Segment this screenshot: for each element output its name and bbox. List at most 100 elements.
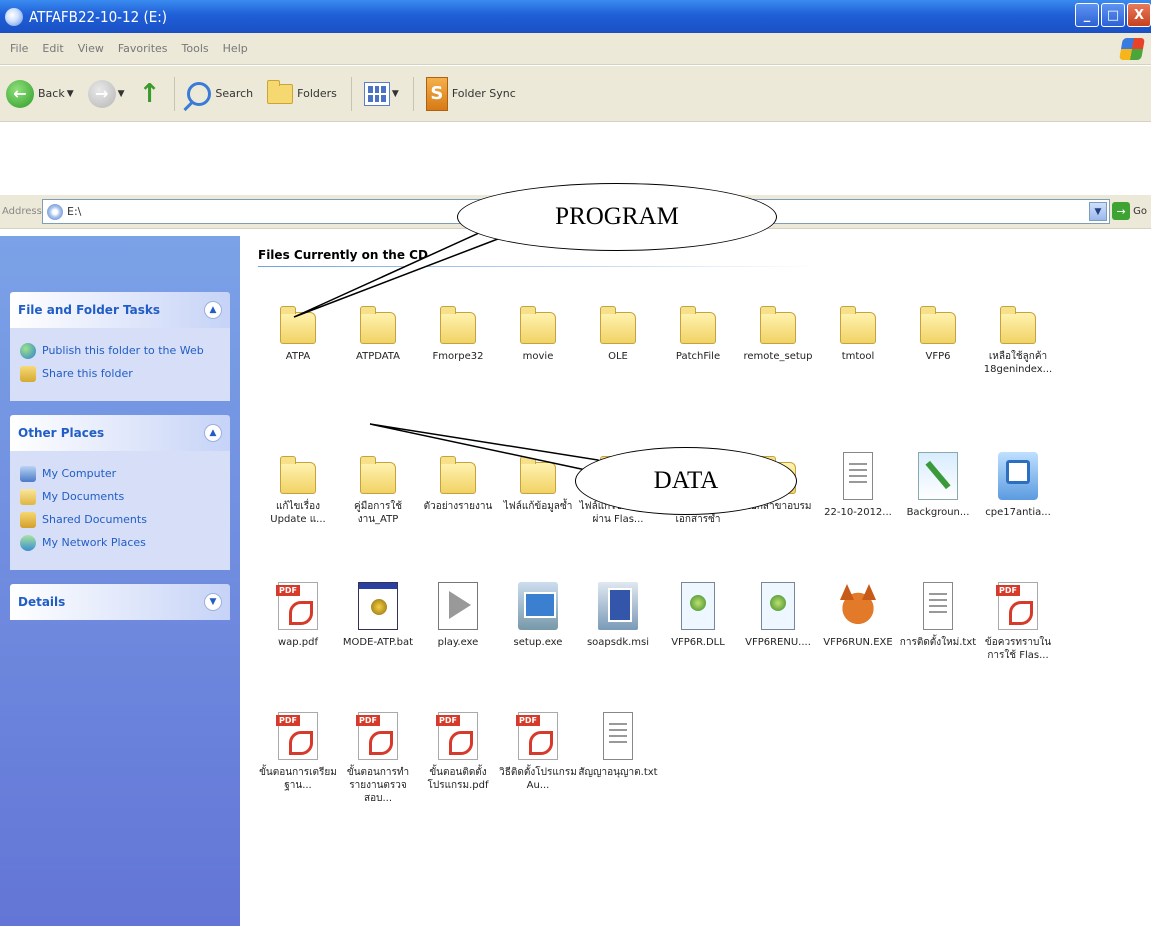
close-button[interactable]: X	[1127, 3, 1151, 27]
collapse-chevron-icon[interactable]: ▲	[204, 301, 222, 319]
file-item[interactable]: 22-10-2012...	[818, 452, 898, 519]
menu-tools[interactable]: Tools	[182, 42, 209, 55]
folder-item[interactable]: เหลือใช้ลูกค้า 18genindex...	[978, 302, 1058, 376]
file-name-label: MODE-ATP.bat	[342, 637, 414, 648]
forward-arrow-icon: →	[87, 79, 116, 108]
file-name-label: การติดตั้งใหม่.txt	[899, 637, 977, 648]
folder-sync-button[interactable]: S Folder Sync	[425, 76, 516, 111]
menu-favorites[interactable]: Favorites	[118, 42, 168, 55]
back-label: Back	[38, 87, 65, 100]
folder-item[interactable]: ตัวอย่างรายงาน	[418, 452, 498, 513]
menu-help[interactable]: Help	[223, 42, 248, 55]
go-button[interactable]: → Go	[1112, 202, 1147, 220]
file-item[interactable]: Backgroun...	[898, 452, 978, 519]
file-folder-tasks-panel: File and Folder Tasks ▲ Publish this fol…	[10, 292, 230, 401]
folder-icon	[840, 306, 876, 344]
publish-folder-label: Publish this folder to the Web	[42, 344, 204, 357]
file-item[interactable]: ข้อควรทราบในการใช้ Flas...	[978, 582, 1058, 662]
file-item[interactable]: ขั้นตอนการเตรียมฐาน...	[258, 712, 338, 792]
title-bar: ATFAFB22-10-12 (E:) _ □ X	[0, 0, 1151, 33]
menu-file[interactable]: File	[10, 42, 28, 55]
folder-item[interactable]: movie	[498, 302, 578, 363]
file-name-label: ATPDATA	[356, 351, 400, 362]
minimize-button[interactable]: _	[1075, 3, 1099, 27]
address-value: E:\	[67, 205, 82, 218]
drive-icon	[5, 7, 23, 26]
folder-item[interactable]: remote_setup	[738, 302, 818, 363]
file-name-label: play.exe	[437, 637, 479, 648]
file-name-label: remote_setup	[743, 351, 813, 362]
views-button[interactable]: ▼	[363, 81, 399, 106]
maximize-button[interactable]: □	[1101, 3, 1125, 27]
window-title: ATFAFB22-10-12 (E:)	[29, 7, 168, 26]
file-item[interactable]: สัญญาอนุญาต.txt	[578, 712, 658, 779]
file-name-label: ตัวอย่างรายงาน	[423, 501, 493, 512]
txt-file-icon	[603, 712, 633, 760]
forward-dropdown-icon[interactable]: ▼	[118, 89, 125, 99]
go-label: Go	[1133, 205, 1147, 217]
computer-icon	[20, 466, 36, 482]
file-item[interactable]: VFP6R.DLL	[658, 582, 738, 649]
file-item[interactable]: วิธีติดตั้งโปรแกรม Au...	[498, 712, 578, 792]
file-item[interactable]: soapsdk.msi	[578, 582, 658, 649]
toolbar-separator	[174, 76, 176, 111]
menu-view[interactable]: View	[78, 42, 104, 55]
file-item[interactable]: VFP6RUN.EXE	[818, 582, 898, 649]
folder-item[interactable]: VFP6	[898, 302, 978, 363]
folder-icon	[440, 456, 476, 494]
folder-item[interactable]: ไฟล์แก้ข้อมูลซ้ำ	[498, 452, 578, 513]
views-dropdown-icon[interactable]: ▼	[392, 89, 399, 99]
bmp-file-icon	[918, 452, 958, 500]
folder-item[interactable]: PatchFile	[658, 302, 738, 363]
my-network-places-link[interactable]: My Network Places	[20, 535, 220, 551]
file-item[interactable]: ขั้นตอนติดตั้งโปรแกรม.pdf	[418, 712, 498, 792]
file-name-label: tmtool	[841, 351, 875, 362]
windows-logo-icon	[1119, 38, 1145, 60]
file-item[interactable]: wap.pdf	[258, 582, 338, 649]
folder-item[interactable]: OLE	[578, 302, 658, 363]
folder-icon	[440, 306, 476, 344]
forward-button[interactable]: → ▼	[87, 79, 125, 108]
up-folder-button[interactable]: ↑	[139, 79, 161, 109]
folder-icon	[520, 456, 556, 494]
publish-folder-link[interactable]: Publish this folder to the Web	[20, 343, 220, 359]
share-folder-link[interactable]: Share this folder	[20, 366, 220, 382]
details-header[interactable]: Details ▼	[10, 584, 230, 620]
folder-icon	[1000, 306, 1036, 344]
file-item[interactable]: cpe17antia...	[978, 452, 1058, 519]
file-item[interactable]: การติดตั้งใหม่.txt	[898, 582, 978, 649]
file-folder-tasks-header[interactable]: File and Folder Tasks ▲	[10, 292, 230, 328]
file-name-label: VFP6	[925, 351, 951, 362]
folder-item[interactable]: Fmorpe32	[418, 302, 498, 363]
menu-edit[interactable]: Edit	[42, 42, 63, 55]
address-dropdown-icon[interactable]: ▼	[1089, 202, 1107, 221]
my-computer-link[interactable]: My Computer	[20, 466, 220, 482]
file-name-label: วิธีติดตั้งโปรแกรม Au...	[499, 767, 577, 791]
search-icon	[187, 81, 212, 106]
window-controls: _ □ X	[1075, 3, 1151, 27]
collapse-chevron-icon[interactable]: ▲	[204, 424, 222, 442]
folder-item[interactable]: ATPA	[258, 302, 338, 363]
expand-chevron-icon[interactable]: ▼	[204, 593, 222, 611]
file-item[interactable]: play.exe	[418, 582, 498, 649]
file-item[interactable]: ขั้นตอนการทำรายงานตรวจสอบ...	[338, 712, 418, 805]
task-pane: File and Folder Tasks ▲ Publish this fol…	[0, 236, 240, 926]
folder-item[interactable]: tmtool	[818, 302, 898, 363]
file-name-label: Fmorpe32	[432, 351, 484, 362]
file-item[interactable]: setup.exe	[498, 582, 578, 649]
file-item[interactable]: MODE-ATP.bat	[338, 582, 418, 649]
folder-icon	[760, 306, 796, 344]
search-button[interactable]: Search	[187, 81, 253, 106]
folders-button[interactable]: Folders	[267, 79, 337, 104]
my-documents-link[interactable]: My Documents	[20, 489, 220, 505]
folder-item[interactable]: ATPDATA	[338, 302, 418, 363]
back-button[interactable]: ← Back ▼	[6, 79, 74, 108]
folder-item[interactable]: แก้ไขเรื่อง Update แ...	[258, 452, 338, 526]
file-item[interactable]: VFP6RENU....	[738, 582, 818, 649]
dll-file-icon	[761, 582, 795, 630]
shared-documents-link[interactable]: Shared Documents	[20, 512, 220, 528]
other-places-header[interactable]: Other Places ▲	[10, 415, 230, 451]
back-dropdown-icon[interactable]: ▼	[67, 89, 74, 99]
folder-item[interactable]: คู่มือการใช้งาน_ATP	[338, 452, 418, 526]
data-callout: DATA	[575, 447, 797, 515]
